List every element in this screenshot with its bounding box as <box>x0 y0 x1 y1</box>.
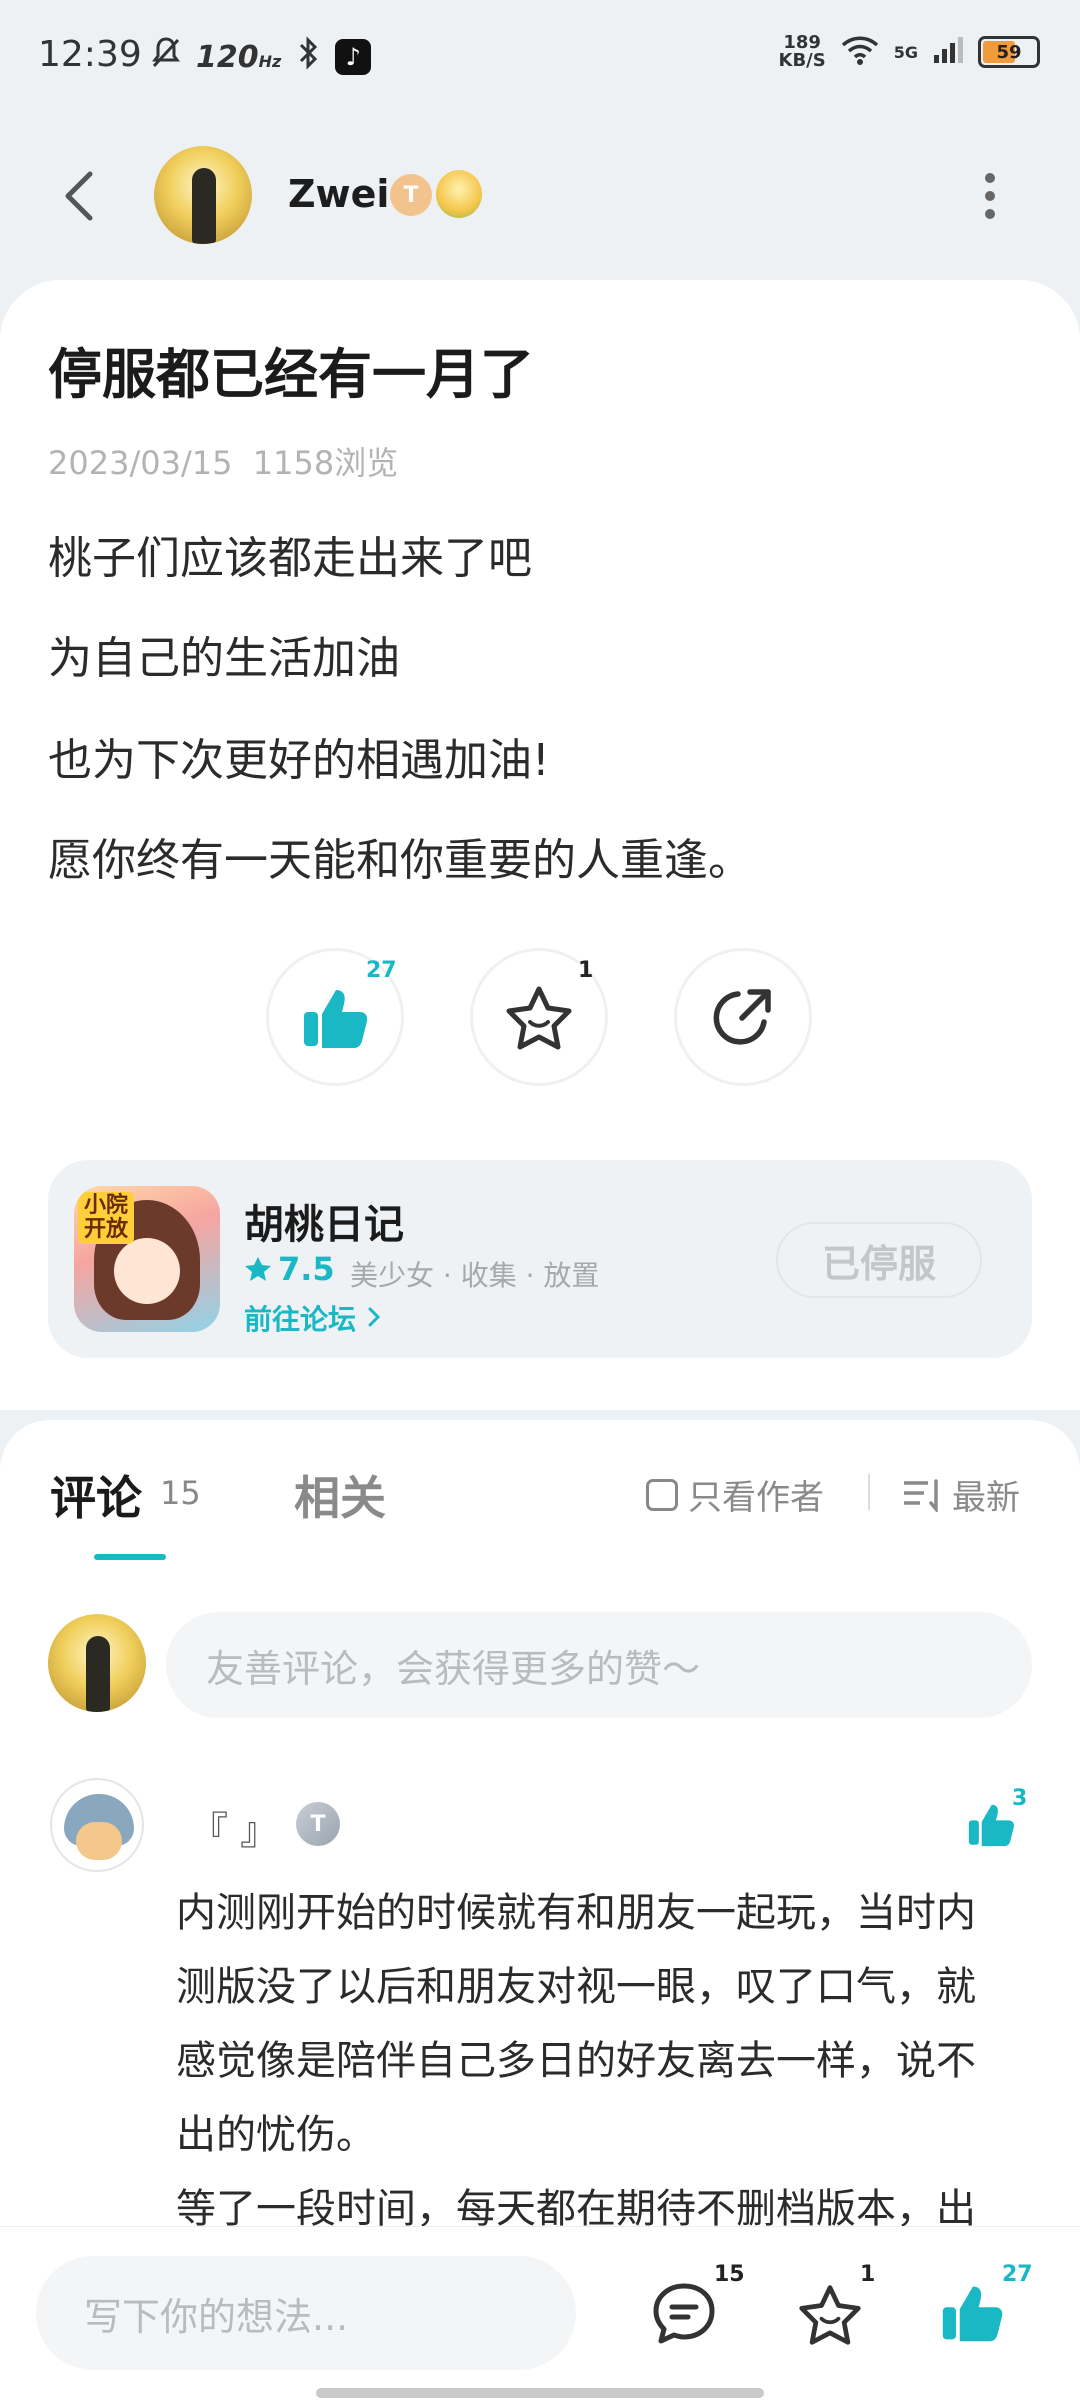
post-line: 桃子们应该都走出来了吧 <box>48 533 532 584</box>
like-bottom-count: 27 <box>1002 2262 1033 2287</box>
game-rating: 7.5 <box>244 1250 335 1288</box>
level-badge-icon: T <box>296 1802 340 1846</box>
thumbs-up-icon <box>942 2286 1003 2342</box>
refresh-rate: 120Hz <box>196 39 282 75</box>
game-status-button[interactable]: 已停服 <box>776 1222 982 1298</box>
comment-count: 15 <box>714 2262 745 2287</box>
comment-text-line: 出的忧伤。 <box>176 2112 376 2158</box>
star-icon <box>799 2285 861 2345</box>
mute-icon <box>150 36 182 78</box>
sort-icon <box>904 1478 938 1512</box>
sort-button[interactable]: 最新 <box>902 1470 1020 1519</box>
signal-icon <box>932 35 964 69</box>
post-line: 也为下次更好的相遇加油! <box>48 735 550 786</box>
network-label: 5G <box>893 42 918 62</box>
tab-related[interactable]: 相关 <box>294 1462 386 1528</box>
share-button[interactable] <box>674 948 812 1086</box>
battery-icon: 59 <box>978 36 1040 68</box>
star-filled-icon <box>245 1257 271 1281</box>
net-speed: 189 KB/S <box>778 32 826 71</box>
favorite-bottom-count: 1 <box>860 2262 876 2287</box>
star-icon <box>506 986 572 1050</box>
status-icons-left: 120Hz ♪ <box>150 36 372 78</box>
home-indicator[interactable] <box>316 2388 764 2398</box>
status-icons-right: 189 KB/S 5G 59 <box>779 34 1040 70</box>
comment-button[interactable] <box>648 2278 720 2350</box>
game-icon-tag: 小院开放 <box>78 1192 134 1244</box>
thumbs-up-icon <box>304 990 368 1048</box>
like-count: 27 <box>366 958 397 983</box>
more-vertical-icon <box>985 173 995 219</box>
game-name[interactable]: 胡桃日记 <box>244 1192 404 1250</box>
favorite-count: 1 <box>578 958 594 983</box>
game-icon[interactable]: 小院开放 <box>74 1186 220 1332</box>
checkbox-icon[interactable] <box>646 1478 678 1511</box>
status-bar: 12:39 120Hz ♪ 189 KB/S 5G 59 <box>0 0 1080 110</box>
comment-text-line: 内测刚开始的时候就有和朋友一起玩，当时内 <box>176 1890 976 1936</box>
commenter-avatar[interactable] <box>50 1778 144 1872</box>
like-bottom-button[interactable] <box>936 2276 1008 2348</box>
chevron-right-icon <box>368 1307 380 1327</box>
back-button[interactable] <box>56 168 104 224</box>
comment-like-button[interactable] <box>966 1800 1016 1850</box>
author-name[interactable]: Zwei <box>288 172 389 216</box>
author-only-toggle[interactable]: 只看作者 <box>646 1470 824 1519</box>
share-icon <box>713 989 771 1045</box>
comment-icon <box>653 2283 715 2344</box>
comment-text-line: 感觉像是陪伴自己多日的好友离去一样，说不 <box>176 2038 976 2084</box>
favorite-bottom-button[interactable] <box>794 2278 866 2350</box>
thumbs-up-icon <box>968 1804 1014 1847</box>
tab-indicator <box>94 1554 166 1560</box>
character-badge-icon <box>436 170 482 218</box>
status-time: 12:39 <box>38 34 142 75</box>
reply-input[interactable]: 写下你的想法... <box>36 2256 576 2370</box>
more-button[interactable] <box>978 170 1002 222</box>
post-line: 为自己的生活加油 <box>48 633 400 684</box>
bluetooth-icon <box>295 36 321 78</box>
comment-input[interactable]: 友善评论，会获得更多的赞～ <box>166 1612 1032 1718</box>
post-title: 停服都已经有一月了 <box>48 343 534 406</box>
forum-link[interactable]: 前往论坛 <box>244 1298 382 1338</box>
comment-text-line: 测版没了以后和朋友对视一眼，叹了口气，就 <box>176 1964 976 2010</box>
author-avatar[interactable] <box>154 146 252 244</box>
tiktok-icon: ♪ <box>335 39 372 75</box>
post-meta: 2023/03/15 1158浏览 <box>48 444 399 482</box>
post-line: 愿你终有一天能和你重要的人重逢。 <box>48 835 752 886</box>
game-tags: 美少女 · 收集 · 放置 <box>350 1259 600 1292</box>
comment-like-count: 3 <box>1012 1786 1028 1811</box>
commenter-name[interactable]: 『 』 <box>190 1800 278 1855</box>
wifi-icon <box>840 34 880 70</box>
tab-comments[interactable]: 评论 <box>50 1462 142 1528</box>
chevron-left-icon <box>65 171 93 221</box>
my-avatar <box>48 1614 146 1712</box>
tab-comments-count: 15 <box>160 1474 201 1512</box>
level-badge-icon: T <box>390 174 432 216</box>
divider <box>868 1474 870 1510</box>
